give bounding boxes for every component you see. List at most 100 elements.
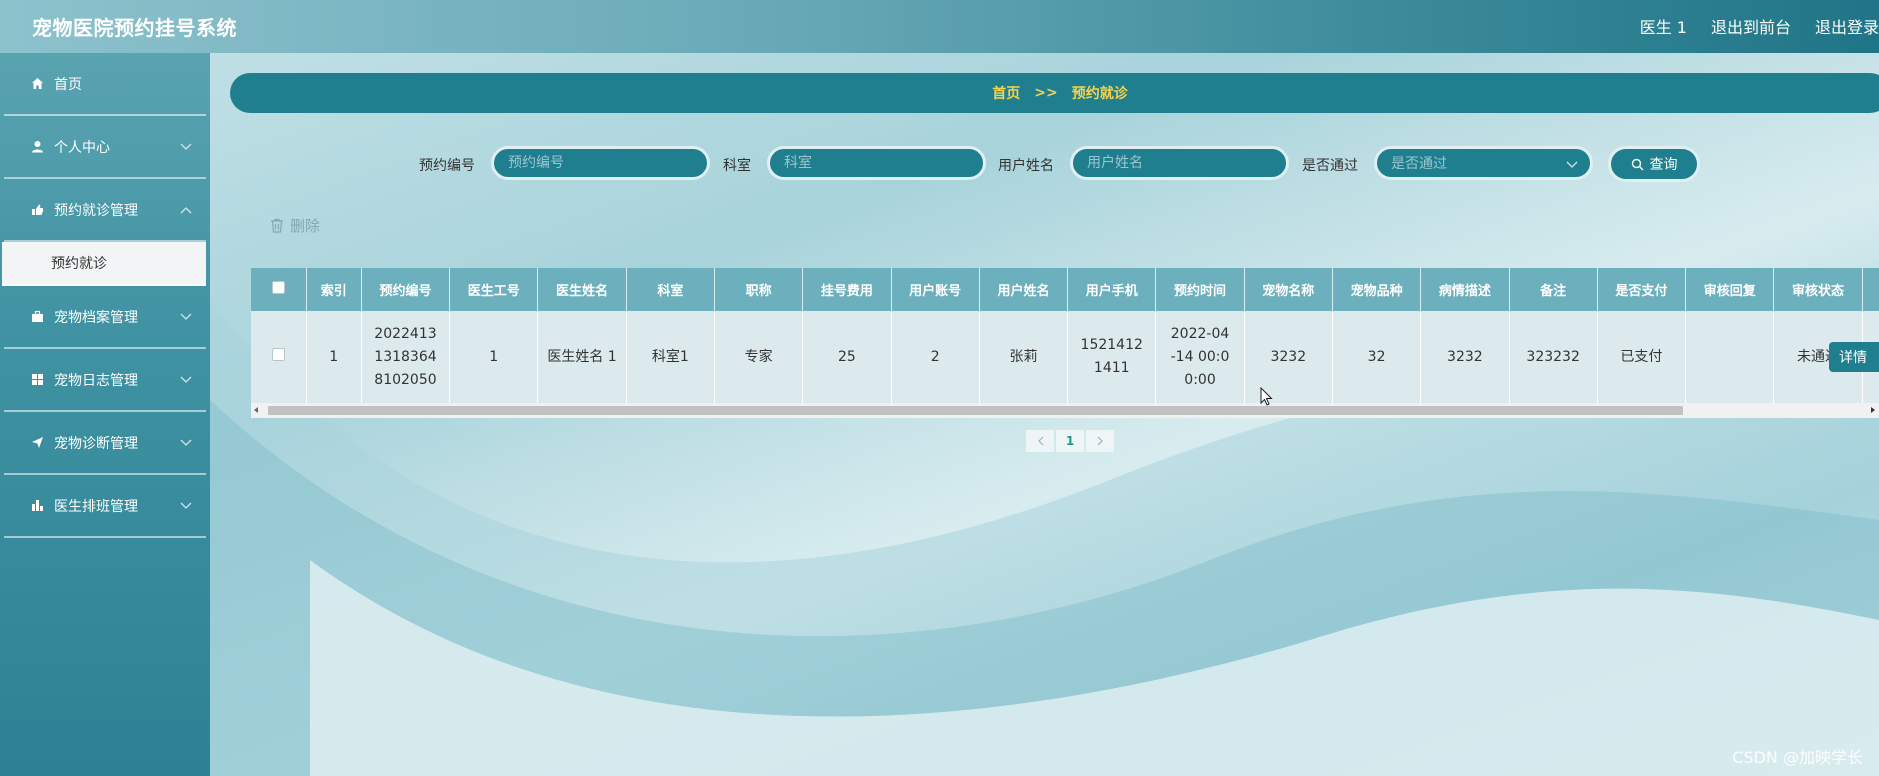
col-header: 审核回复 [1685, 268, 1775, 311]
back-to-front-link[interactable]: 退出到前台 [1711, 14, 1791, 38]
sidebar-item-label: 医生排班管理 [54, 498, 138, 515]
horizontal-scrollbar[interactable] [251, 403, 1879, 418]
select-all-checkbox[interactable] [271, 281, 285, 294]
col-header: 挂号费用 [802, 268, 892, 311]
cell-user-phone: 1521412 1411 [1067, 311, 1157, 403]
row-checkbox[interactable] [271, 347, 285, 361]
breadcrumb-home[interactable]: 首页 [992, 83, 1020, 103]
col-header: 宠物名称 [1244, 268, 1333, 311]
booking-table: 索引 预约编号 医生工号 医生姓名 科室 职称 挂号费用 用户账号 用户姓名 用… [251, 268, 1879, 418]
col-header: 用户姓名 [979, 268, 1069, 311]
cell-user-name: 张莉 [979, 311, 1069, 403]
passed-select[interactable]: 是否通过 [1374, 146, 1593, 180]
cell-pet-name: 3232 [1244, 311, 1333, 403]
col-header: 预约时间 [1155, 268, 1245, 311]
dept-label: 科室 [723, 158, 751, 174]
search-form: 预约编号 科室 用户姓名 是否通过 是否通过 查询 [0, 146, 1879, 182]
sidebar-subitem-booking[interactable]: 预约就诊 [2, 242, 206, 286]
top-header: 宠物医院预约挂号系统 医生 1 退出到前台 退出登录 [0, 0, 1879, 53]
sidebar-item-label: 宠物档案管理 [54, 309, 138, 326]
sidebar-item-label: 宠物诊断管理 [54, 435, 138, 452]
cell-booking-no: 2022413 1318364 8102050 [361, 311, 451, 403]
chevron-down-icon [180, 376, 192, 383]
sidebar-item-pet-records[interactable]: 宠物档案管理 [4, 286, 206, 349]
briefcase-icon [30, 310, 44, 324]
col-header: 备注 [1509, 268, 1598, 311]
booking-no-input[interactable] [491, 146, 710, 180]
breadcrumb-current: 预约就诊 [1071, 86, 1128, 102]
cell-condition: 3232 [1420, 311, 1510, 403]
cell-index: 1 [306, 311, 362, 403]
col-header: 职称 [714, 268, 804, 311]
col-header: 医生工号 [449, 268, 539, 311]
delete-button[interactable]: 删除 [270, 215, 320, 236]
sidebar-item-label: 宠物日志管理 [54, 372, 138, 389]
send-icon [30, 436, 44, 450]
chevron-left-icon [1037, 436, 1043, 446]
current-user-label[interactable]: 医生 1 [1640, 14, 1687, 38]
page-number[interactable]: 1 [1056, 430, 1084, 452]
passed-label: 是否通过 [1302, 158, 1358, 174]
sidebar-item-home[interactable]: 首页 [4, 53, 206, 116]
cell-pet-breed: 32 [1332, 311, 1422, 403]
username-label: 用户姓名 [998, 158, 1054, 174]
cell-paid: 已支付 [1597, 311, 1687, 403]
row-select-cell[interactable] [251, 311, 307, 403]
sidebar-item-label: 首页 [54, 76, 82, 93]
col-header: 审核状态 [1773, 268, 1863, 311]
scroll-right-arrow[interactable] [1871, 407, 1875, 413]
col-header: 是否支付 [1597, 268, 1687, 311]
col-header: 索引 [306, 268, 362, 311]
booking-no-label: 预约编号 [419, 158, 475, 174]
passed-select-value: 是否通过 [1391, 156, 1447, 172]
col-header: 科室 [626, 268, 715, 311]
col-header: 用户手机 [1067, 268, 1157, 311]
sidebar-item-doctor-schedule[interactable]: 医生排班管理 [4, 475, 206, 538]
col-header: 预约编号 [361, 268, 451, 311]
sidebar-item-label: 预约就诊管理 [54, 202, 138, 219]
col-header: 宠物品种 [1332, 268, 1422, 311]
bar-chart-icon [30, 499, 44, 513]
cell-doctor-id: 1 [449, 311, 539, 403]
breadcrumb-separator: >> [1034, 85, 1058, 101]
dept-input[interactable] [767, 146, 986, 180]
scroll-left-arrow[interactable] [254, 407, 258, 413]
col-header: 审核 [1862, 268, 1879, 311]
grid-icon [30, 373, 44, 387]
query-button-label: 查询 [1649, 157, 1678, 173]
prev-page-button[interactable] [1026, 430, 1054, 452]
detail-button[interactable]: 详情 [1829, 342, 1879, 372]
logout-link[interactable]: 退出登录 [1815, 14, 1879, 38]
table-header-row: 索引 预约编号 医生工号 医生姓名 科室 职称 挂号费用 用户账号 用户姓名 用… [251, 268, 1879, 311]
chevron-down-icon [180, 313, 192, 320]
delete-button-label: 删除 [290, 217, 321, 235]
home-icon [30, 77, 44, 91]
col-header: 医生姓名 [537, 268, 627, 311]
select-all-cell[interactable] [251, 268, 307, 311]
chevron-right-icon [1097, 436, 1103, 446]
search-icon [1631, 158, 1643, 170]
trash-icon [271, 218, 283, 233]
breadcrumb: 首页 >> 预约就诊 [230, 73, 1879, 113]
col-header: 病情描述 [1420, 268, 1510, 311]
next-page-button[interactable] [1086, 430, 1114, 452]
cell-fee: 25 [802, 311, 892, 403]
app-title: 宠物医院预约挂号系统 [32, 16, 237, 40]
mouse-cursor-icon [1260, 387, 1273, 406]
chevron-down-icon [1566, 161, 1578, 168]
chevron-down-icon [180, 439, 192, 446]
sidebar-item-pet-logs[interactable]: 宠物日志管理 [4, 349, 206, 412]
cell-user-account: 2 [891, 311, 980, 403]
cell-remark: 323232 [1509, 311, 1598, 403]
query-button[interactable]: 查询 [1608, 146, 1700, 182]
col-header: 用户账号 [891, 268, 980, 311]
chevron-up-icon [180, 207, 192, 214]
sidebar-item-booking-management[interactable]: 预约就诊管理 [4, 179, 206, 242]
scrollbar-thumb[interactable] [268, 406, 1683, 415]
sidebar-item-pet-diagnosis[interactable]: 宠物诊断管理 [4, 412, 206, 475]
chevron-down-icon [180, 502, 192, 509]
cell-title: 专家 [714, 311, 804, 403]
username-input[interactable] [1070, 146, 1289, 180]
table-row[interactable]: 1 2022413 1318364 8102050 1 医生姓名 1 科室1 专… [251, 311, 1879, 403]
cell-audit-reply [1685, 311, 1775, 403]
